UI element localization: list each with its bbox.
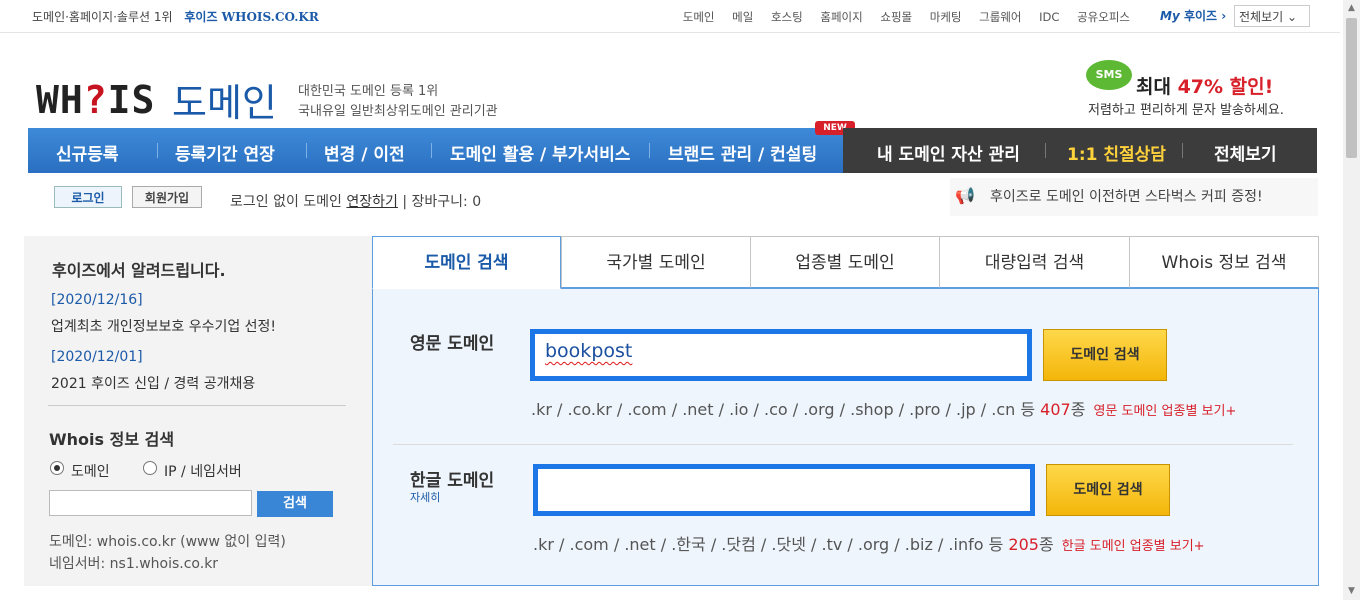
view-all-dropdown[interactable]: 전체보기 ⌄ [1234,5,1310,27]
news-date[interactable]: [2020/12/01] [51,349,143,365]
whois-search-button[interactable]: 검색 [257,491,333,517]
radio-domain-label[interactable]: 도메인 [71,461,110,481]
whois-logo[interactable]: WH?IS [36,78,155,122]
whois-search-input[interactable] [49,490,252,516]
signup-button[interactable]: 회원가입 [132,186,202,208]
korean-domain-input[interactable] [533,464,1035,516]
korean-ext-count-suffix: 종 [1038,535,1054,554]
nav-consultation[interactable]: 1:1 친절상담 [1067,140,1166,165]
top-slogan-text: 도메인·홈페이지·솔루션 1위 [32,10,173,24]
nav-divider [157,143,158,158]
english-domain-value: bookpost [545,340,633,362]
tab-bulk-search[interactable]: 대량입력 검색 [939,236,1130,288]
main-nav-right: 내 도메인 자산 관리 1:1 친절상담 전체보기 [843,128,1317,173]
radio-domain[interactable] [50,461,64,475]
nav-new-registration[interactable]: 신규등록 [56,140,119,165]
news-title[interactable]: 2021 후이즈 신입 / 경력 공개채용 [51,373,255,393]
renew-link[interactable]: 연장하기 [346,194,398,210]
tab-country-domain[interactable]: 국가별 도메인 [561,236,751,288]
logo-part-wh: WH [36,78,84,122]
nav-divider [1182,143,1183,158]
korean-domain-detail-link[interactable]: 자세히 [410,489,440,505]
scroll-down-arrow-icon[interactable]: ▼ [1343,583,1360,600]
tab-domain-search[interactable]: 도메인 검색 [372,236,561,289]
english-ext-count: 407 [1040,400,1071,419]
sms-bubble-icon[interactable]: SMS [1086,60,1132,90]
megaphone-icon: 📢 [955,186,975,205]
nav-renewal[interactable]: 등록기간 연장 [175,140,275,165]
korean-extensions: .kr / .com / .net / .한국 / .닷컴 / .닷넷 / .t… [533,531,1205,555]
my-whois-link[interactable]: My 후이즈 › [1160,7,1226,24]
radio-ip-label[interactable]: IP / 네임서버 [164,461,242,481]
whois-search-heading: Whois 정보 검색 [49,430,175,449]
search-row-divider [393,444,1293,445]
my-prefix: My [1160,9,1180,23]
nav-divider [649,143,650,158]
top-link-mail[interactable]: 메일 [732,10,753,24]
english-domain-label: 영문 도메인 [410,334,495,354]
korean-domain-label: 한글 도메인 [410,471,495,491]
korean-ext-count: 205 [1008,535,1039,554]
english-ext-count-suffix: 종 [1070,400,1086,419]
news-title[interactable]: 업계최초 개인정보보호 우수기업 선정! [51,316,276,336]
nav-my-domain-assets[interactable]: 내 도메인 자산 관리 [877,140,1020,165]
top-link-idc[interactable]: IDC [1039,10,1059,24]
top-link-hosting[interactable]: 호스팅 [771,10,803,24]
notice-heading: 후이즈에서 알려드립니다. [52,261,226,280]
english-extensions: .kr / .co.kr / .com / .net / .io / .co /… [531,396,1236,420]
tab-whois-search[interactable]: Whois 정보 검색 [1129,236,1319,288]
top-link-domain[interactable]: 도메인 [683,10,715,24]
cart-count[interactable]: | 장바구니: 0 [398,194,481,210]
english-ext-list: .kr / .co.kr / .com / .net / .io / .co /… [531,400,1041,419]
top-service-links: 도메인 메일 호스팅 홈페이지 쇼핑몰 마케팅 그룹웨어 IDC 공유오피스 [669,9,1130,25]
whois-hint-nameserver: 네임서버: ns1.whois.co.kr [49,556,219,572]
my-whois-label: 후이즈 › [1183,9,1227,23]
english-industry-link[interactable]: 영문 도메인 업종별 보기+ [1093,404,1236,419]
tagline-secondary: 국내유일 일반최상위도메인 관리기관 [298,104,498,119]
renew-without-login: 로그인 없이 도메인 연장하기 | 장바구니: 0 [230,191,481,211]
scroll-up-arrow-icon[interactable]: ▲ [1343,0,1360,17]
nav-brand-consulting[interactable]: 브랜드 관리 / 컨설팅 [668,140,817,165]
scroll-thumb[interactable] [1346,18,1357,158]
top-link-marketing[interactable]: 마케팅 [930,10,962,24]
english-domain-search-button[interactable]: 도메인 검색 [1043,329,1167,381]
top-link-homepage[interactable]: 홈페이지 [820,10,862,24]
sms-ad-description: 저렴하고 편리하게 문자 발송하세요. [1088,103,1284,118]
sms-ad-title-prefix: 최대 [1136,76,1178,98]
nav-view-all[interactable]: 전체보기 [1214,140,1277,165]
tab-industry-domain[interactable]: 업종별 도메인 [750,236,940,288]
nav-divider [306,143,307,158]
sms-ad-title[interactable]: 최대 47% 할인! [1136,72,1273,99]
notice-ticker-text[interactable]: 후이즈로 도메인 이전하면 스타벅스 커피 증정! [990,186,1263,206]
korean-ext-list: .kr / .com / .net / .한국 / .닷컴 / .닷넷 / .t… [533,535,1009,554]
korean-industry-link[interactable]: 한글 도메인 업종별 보기+ [1062,539,1205,554]
logo-question-mark: ? [83,78,108,122]
nav-divider [1045,143,1046,158]
top-link-groupware[interactable]: 그룹웨어 [979,10,1021,24]
logo-part-is: IS [107,78,156,122]
left-divider [48,405,346,406]
english-domain-input[interactable]: bookpost [530,329,1032,381]
top-link-office[interactable]: 공유오피스 [1077,10,1130,24]
renew-msg-prefix: 로그인 없이 도메인 [230,194,347,210]
news-date[interactable]: [2020/12/16] [51,292,143,308]
logo-domain-text[interactable]: 도메인 [172,72,277,127]
nav-divider [431,143,432,158]
top-slogan: 도메인·홈페이지·솔루션 1위 후이즈 WHOIS.CO.KR [32,8,319,25]
sms-ad-discount: 47% 할인! [1177,76,1274,98]
top-brand-link[interactable]: 후이즈 WHOIS.CO.KR [184,10,318,24]
main-nav: 신규등록 등록기간 연장 변경 / 이전 도메인 활용 / 부가서비스 브랜드 … [28,128,843,173]
nav-domain-services[interactable]: 도메인 활용 / 부가서비스 [450,140,630,165]
whois-hint-domain: 도메인: whois.co.kr (www 없이 입력) [49,534,286,550]
login-button[interactable]: 로그인 [54,186,122,208]
top-link-shoppingmall[interactable]: 쇼핑몰 [880,10,912,24]
tagline-primary: 대한민국 도메인 등록 1위 [298,84,439,99]
nav-change-transfer[interactable]: 변경 / 이전 [324,140,405,165]
korean-domain-search-button[interactable]: 도메인 검색 [1046,464,1170,516]
radio-ip-nameserver[interactable] [143,461,157,475]
